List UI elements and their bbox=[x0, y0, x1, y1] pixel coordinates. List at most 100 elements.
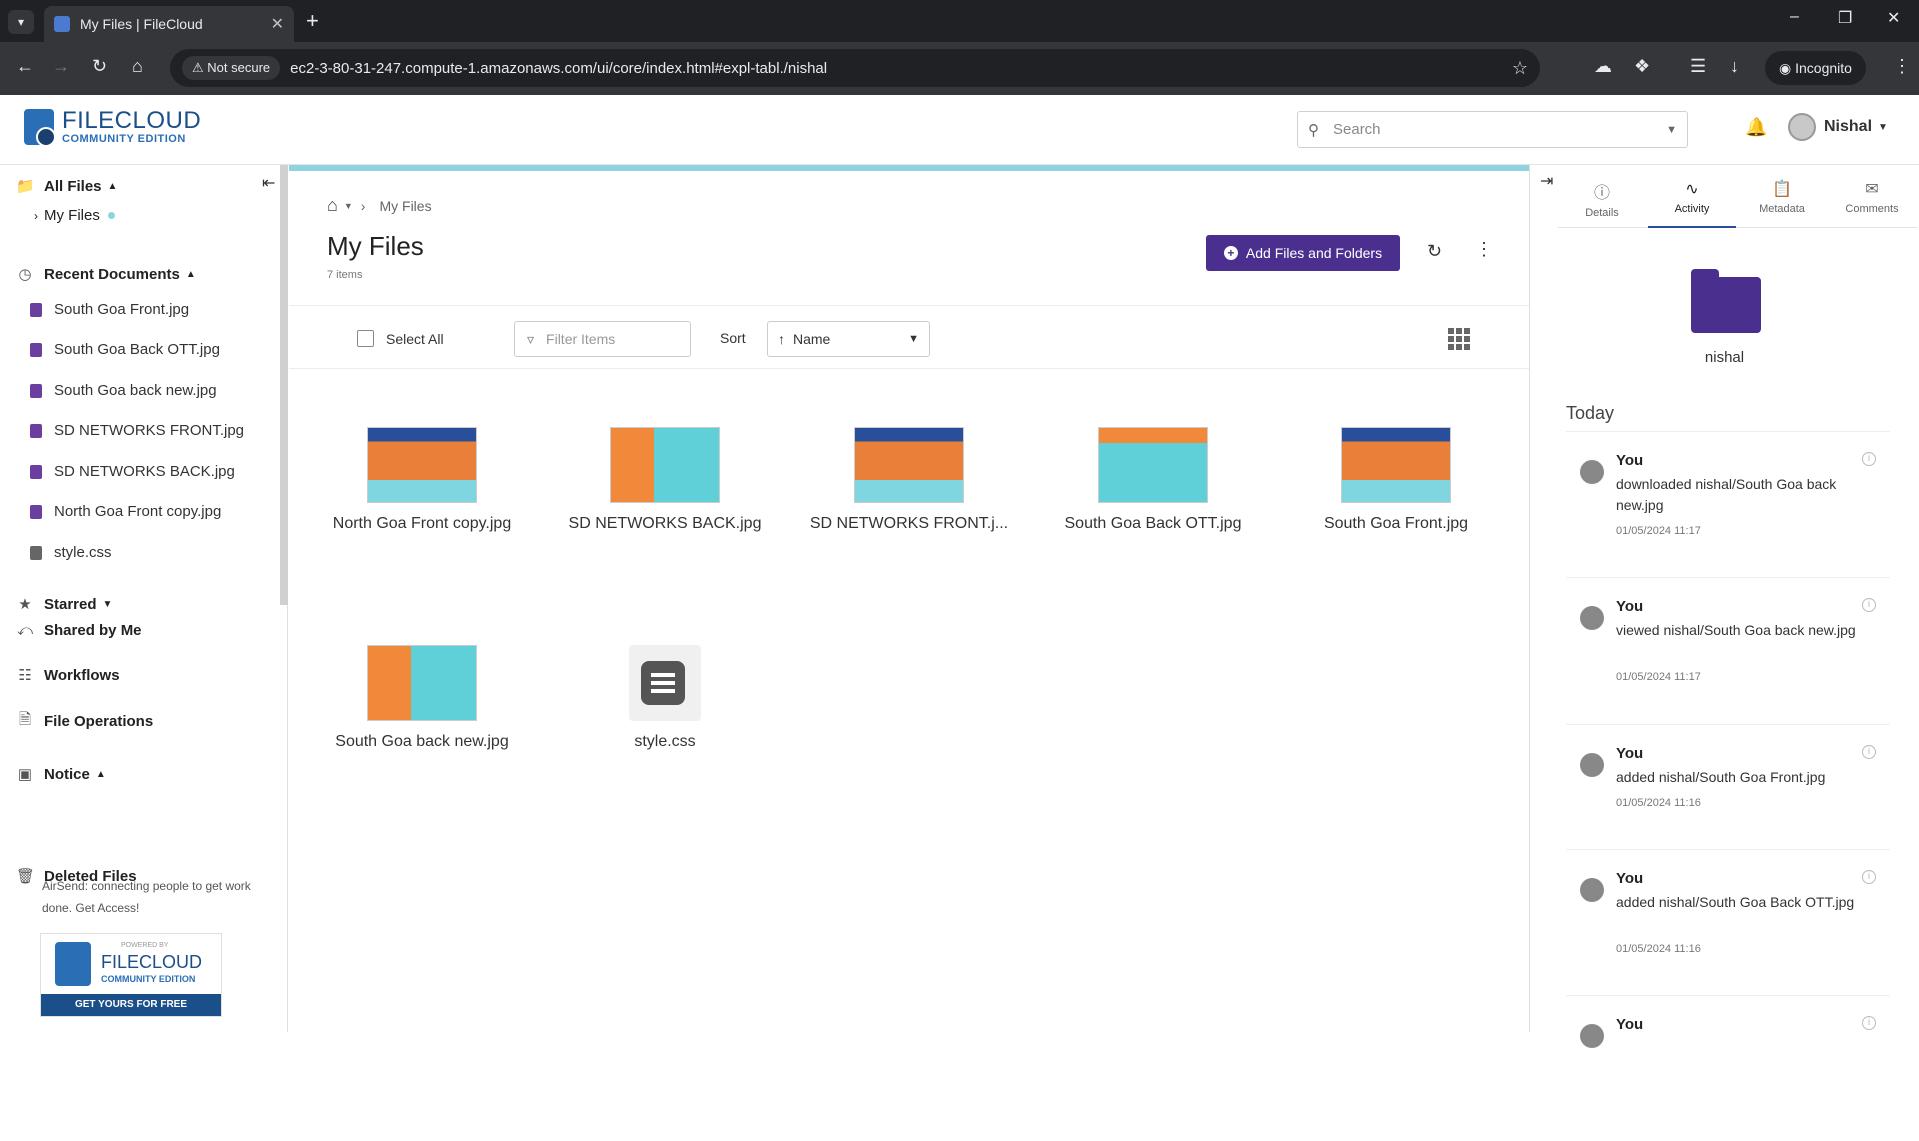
tab-activity[interactable]: ∿ Activity bbox=[1648, 173, 1736, 228]
promo-cta[interactable]: GET YOURS FOR FREE bbox=[41, 994, 221, 1016]
file-item[interactable]: style.css bbox=[555, 645, 775, 751]
loading-bar bbox=[289, 165, 1529, 171]
user-menu[interactable]: Nishal ▼ bbox=[1788, 113, 1888, 141]
file-name: South Goa back new.jpg bbox=[335, 733, 509, 750]
filter-placeholder: Filter Items bbox=[546, 331, 616, 347]
favicon-icon bbox=[54, 16, 70, 32]
reading-list-icon[interactable]: ☰ bbox=[1690, 56, 1706, 77]
file-item[interactable]: South Goa Front.jpg bbox=[1286, 427, 1506, 533]
back-icon[interactable]: ← bbox=[16, 56, 34, 77]
add-files-button[interactable]: + Add Files and Folders bbox=[1206, 235, 1400, 271]
sidebar-item-recent-documents[interactable]: ◷ Recent Documents ▲ bbox=[16, 265, 195, 284]
recent-file-item[interactable]: SD NETWORKS BACK.jpg bbox=[30, 463, 235, 480]
incognito-label: Incognito bbox=[1795, 60, 1852, 76]
file-item[interactable]: North Goa Front copy.jpg bbox=[312, 427, 532, 533]
chevron-right-icon: › bbox=[34, 208, 38, 223]
info-icon[interactable]: i bbox=[1862, 870, 1876, 884]
sidebar-item-deleted-files[interactable]: 🗑 Deleted Files bbox=[16, 867, 137, 886]
recent-file-item[interactable]: South Goa Back OTT.jpg bbox=[30, 341, 220, 358]
select-all-checkbox[interactable] bbox=[357, 330, 374, 347]
recent-file-item[interactable]: SD NETWORKS FRONT.jpg bbox=[30, 422, 244, 439]
new-tab-icon[interactable]: + bbox=[306, 8, 319, 34]
image-file-icon bbox=[30, 464, 42, 479]
sidebar-item-label: Starred bbox=[44, 595, 97, 613]
workflow-icon: ☷ bbox=[18, 667, 32, 684]
search-input[interactable]: Search bbox=[1333, 121, 1381, 138]
file-item[interactable]: SD NETWORKS FRONT.j... bbox=[799, 427, 1019, 533]
sidebar-item-all-files[interactable]: 📁 All Files ▲ bbox=[16, 177, 117, 196]
sidebar-item-label: Shared by Me bbox=[44, 622, 142, 639]
search-dropdown-icon[interactable]: ▼ bbox=[1666, 124, 1677, 136]
home-icon[interactable]: ⌂ bbox=[327, 195, 338, 216]
home-icon[interactable]: ⌂ bbox=[132, 56, 143, 77]
promo-banner[interactable]: POWERED BY FILECLOUD COMMUNITY EDITION G… bbox=[40, 933, 222, 1017]
extensions-icon[interactable]: ❖ bbox=[1634, 56, 1650, 77]
incognito-badge[interactable]: ◉ Incognito bbox=[1765, 51, 1866, 85]
info-icon[interactable]: i bbox=[1862, 598, 1876, 612]
file-item[interactable]: South Goa Back OTT.jpg bbox=[1043, 427, 1263, 533]
select-all[interactable]: Select All bbox=[357, 330, 444, 347]
url-text: ec2-3-80-31-247.compute-1.amazonaws.com/… bbox=[290, 59, 828, 77]
file-item[interactable]: SD NETWORKS BACK.jpg bbox=[555, 427, 775, 533]
sort-select[interactable]: ↑ Name ▼ bbox=[767, 321, 930, 357]
arrow-up-icon[interactable]: ↑ bbox=[778, 331, 785, 347]
image-thumbnail bbox=[1098, 427, 1208, 503]
file-name: style.css bbox=[634, 733, 696, 750]
browser-tab-title: My Files | FileCloud bbox=[80, 16, 203, 32]
close-tab-icon[interactable]: ✕ bbox=[271, 14, 284, 34]
grid-view-icon[interactable] bbox=[1448, 328, 1470, 350]
chevron-down-icon: ▼ bbox=[1878, 121, 1888, 133]
sidebar-item-file-operations[interactable]: 🗎 File Operations bbox=[16, 709, 153, 734]
tab-details[interactable]: ⓘ Details bbox=[1558, 173, 1646, 228]
app-header: FILECLOUD COMMUNITY EDITION ⚲ Search ▼ 🔔… bbox=[0, 95, 1919, 165]
sidebar-item-my-files[interactable]: › My Files bbox=[34, 207, 115, 224]
restore-icon[interactable]: ❐ bbox=[1838, 8, 1852, 28]
image-file-icon bbox=[30, 342, 42, 357]
collapse-sidebar-icon[interactable]: ⇤ bbox=[262, 173, 275, 193]
forward-icon[interactable]: → bbox=[52, 56, 70, 77]
file-name: South Goa Back OTT.jpg bbox=[1064, 515, 1242, 532]
tab-search-button[interactable]: ▾ bbox=[8, 10, 34, 34]
extension-cloud-icon[interactable]: ☁ bbox=[1594, 56, 1612, 77]
sidebar-item-starred[interactable]: ★ Starred ▼ bbox=[16, 595, 112, 614]
breadcrumb-item[interactable]: My Files bbox=[379, 198, 431, 214]
filecloud-logo[interactable]: FILECLOUD COMMUNITY EDITION bbox=[24, 109, 201, 147]
activity-text: added nishal/South Goa Back OTT.jpg bbox=[1616, 894, 1855, 910]
refresh-icon[interactable]: ↻ bbox=[1427, 241, 1442, 262]
user-avatar-icon bbox=[1580, 460, 1604, 484]
user-avatar-icon bbox=[1580, 606, 1604, 630]
file-name: SD NETWORKS FRONT.j... bbox=[809, 515, 1009, 532]
chevron-down-icon[interactable]: ▼ bbox=[344, 201, 353, 211]
recent-file-item[interactable]: style.css bbox=[30, 544, 112, 561]
promo-powered-by: POWERED BY bbox=[121, 942, 169, 949]
user-name: Nishal bbox=[1824, 118, 1873, 135]
info-icon[interactable]: i bbox=[1862, 745, 1876, 759]
sidebar-item-workflows[interactable]: ☷ Workflows bbox=[16, 666, 119, 685]
sidebar-scrollbar[interactable] bbox=[280, 165, 288, 605]
file-item[interactable]: South Goa back new.jpg bbox=[312, 645, 532, 751]
address-bar[interactable]: ⚠ Not secure ec2-3-80-31-247.compute-1.a… bbox=[170, 49, 1540, 87]
minimize-icon[interactable]: – bbox=[1790, 8, 1799, 26]
search-box[interactable]: ⚲ Search ▼ bbox=[1297, 111, 1688, 148]
close-window-icon[interactable]: ✕ bbox=[1887, 8, 1900, 28]
info-icon[interactable]: i bbox=[1862, 452, 1876, 466]
recent-file-item[interactable]: South Goa back new.jpg bbox=[30, 382, 217, 399]
reload-icon[interactable]: ↻ bbox=[92, 56, 107, 77]
activity-text: downloaded nishal/South Goa back new.jpg bbox=[1616, 476, 1837, 513]
recent-file-item[interactable]: North Goa Front copy.jpg bbox=[30, 503, 221, 520]
tab-metadata[interactable]: 📋 Metadata bbox=[1738, 173, 1826, 228]
download-icon[interactable]: ↓ bbox=[1730, 56, 1739, 77]
notifications-bell-icon[interactable]: 🔔 bbox=[1745, 117, 1767, 138]
recent-file-item[interactable]: South Goa Front.jpg bbox=[30, 301, 189, 318]
sidebar-item-notice[interactable]: ▣ Notice ▲ bbox=[16, 765, 106, 784]
sidebar-item-shared-by-me[interactable]: ⤺ Shared by Me bbox=[16, 622, 142, 639]
filter-input[interactable]: ▿ Filter Items bbox=[514, 321, 691, 357]
tab-comments[interactable]: ✉ Comments bbox=[1828, 173, 1916, 228]
collapse-panel-icon[interactable]: ⇥ bbox=[1540, 171, 1553, 191]
bookmark-star-icon[interactable]: ☆ bbox=[1512, 58, 1528, 79]
browser-menu-icon[interactable]: ⋮ bbox=[1893, 56, 1911, 77]
info-icon[interactable]: i bbox=[1862, 1016, 1876, 1030]
not-secure-badge[interactable]: ⚠ Not secure bbox=[182, 56, 281, 80]
more-options-icon[interactable]: ⋮ bbox=[1475, 239, 1493, 260]
browser-tab[interactable]: My Files | FileCloud ✕ bbox=[44, 6, 294, 42]
